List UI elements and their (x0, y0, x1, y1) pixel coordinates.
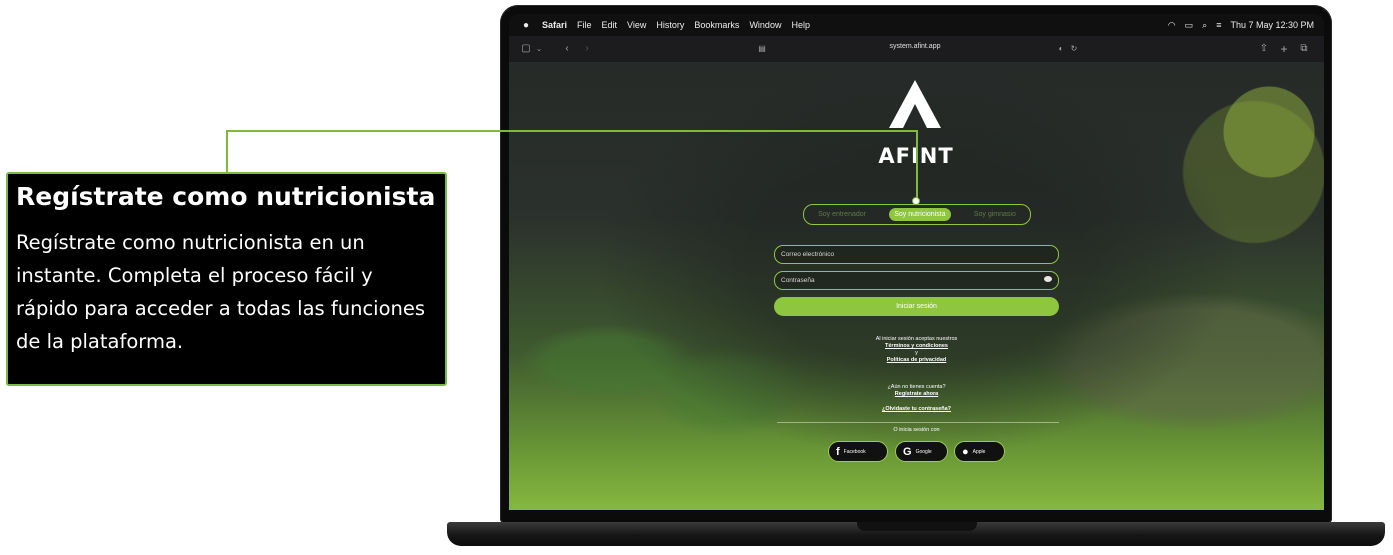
facebook-icon: f (836, 445, 840, 458)
feature-callout: Regístrate como nutricionista Regístrate… (6, 172, 447, 386)
search-icon[interactable]: ⌕ (1202, 20, 1207, 31)
menu-help[interactable]: Help (791, 20, 810, 30)
terms-link[interactable]: Términos y condiciones (799, 343, 1034, 349)
menu-view[interactable]: View (627, 20, 646, 30)
menu-edit[interactable]: Edit (602, 20, 618, 30)
google-icon: G (903, 445, 912, 458)
apple-icon[interactable]: ● (520, 20, 532, 31)
control-center-icon[interactable]: ≡ (1216, 20, 1221, 30)
reader-icon[interactable]: ◐ (1055, 42, 1067, 55)
apple-logo-icon: ● (962, 445, 969, 458)
role-selector: Soy entrenador Soy nutricionista Soy gim… (803, 204, 1031, 225)
reload-icon[interactable]: ↻ (1069, 42, 1079, 55)
privacy-link[interactable]: Políticas de privacidad (799, 357, 1034, 363)
connector-line-drop (916, 130, 918, 200)
tab-overview-icon[interactable]: ⧉ (1298, 42, 1310, 55)
wifi-icon[interactable]: ◠ (1168, 20, 1176, 31)
laptop-screen: ● Safari File Edit View History Bookmark… (509, 14, 1324, 510)
divider (777, 422, 1059, 423)
macos-menubar: ● Safari File Edit View History Bookmark… (509, 14, 1324, 36)
laptop-notch (857, 522, 977, 531)
new-tab-icon[interactable]: + (1278, 42, 1290, 56)
menubar-clock[interactable]: Thu 7 May 12:30 PM (1230, 20, 1314, 30)
google-login-button[interactable]: G Google (895, 441, 948, 462)
menu-bookmarks[interactable]: Bookmarks (694, 20, 739, 30)
sidebar-toggle-icon[interactable]: ▢ (519, 42, 533, 55)
forgot-password-link[interactable]: ¿Olvidaste tu contraseña? (799, 406, 1034, 412)
afint-logo-icon (889, 80, 941, 128)
address-bar[interactable]: ▤ system.afint.app ◐ ↻ (747, 41, 1083, 57)
no-account-text: ¿Aún no tienes cuenta? (887, 384, 946, 390)
role-trainer-tab[interactable]: Soy entrenador (813, 208, 871, 221)
forward-icon[interactable]: › (581, 42, 593, 55)
connector-line-vertical (226, 130, 228, 173)
facebook-login-button[interactable]: f Facebook (828, 441, 888, 462)
terms-and: y (915, 350, 918, 356)
callout-title: Regístrate como nutricionista (16, 182, 436, 211)
chevron-down-icon[interactable]: ⌄ (534, 42, 544, 55)
share-icon[interactable]: ⇧ (1258, 42, 1270, 55)
safari-toolbar: ▢ ⌄ ‹ › ▤ system.afint.app ◐ ↻ ⇧ + ⧉ (509, 36, 1324, 62)
callout-body: Regístrate como nutricionista en un inst… (16, 231, 426, 353)
google-label: Google (915, 448, 932, 455)
connector-dot (912, 197, 920, 205)
connector-line-horizontal (226, 130, 918, 132)
password-field[interactable]: Contraseña (774, 271, 1059, 290)
register-link[interactable]: Regístrate ahora (799, 391, 1034, 397)
menu-app-name[interactable]: Safari (542, 20, 567, 30)
terms-intro: Al iniciar sesión aceptas nuestros (875, 336, 958, 342)
role-gym-tab[interactable]: Soy gimnasio (969, 208, 1021, 221)
login-button[interactable]: Iniciar sesión (774, 297, 1059, 316)
email-placeholder: Correo electrónico (781, 251, 835, 258)
facebook-label: Facebook (843, 448, 866, 455)
battery-icon[interactable]: ▭ (1185, 20, 1194, 31)
role-nutritionist-tab[interactable]: Soy nutricionista (889, 208, 951, 221)
apple-label: Apple (972, 448, 986, 455)
menu-file[interactable]: File (577, 20, 592, 30)
password-placeholder: Contraseña (781, 277, 815, 284)
show-password-icon[interactable] (1044, 276, 1052, 282)
menu-window[interactable]: Window (749, 20, 781, 30)
back-icon[interactable]: ‹ (561, 42, 573, 55)
menu-history[interactable]: History (656, 20, 684, 30)
social-intro: O inicia sesión con (893, 427, 940, 433)
apple-login-button[interactable]: ● Apple (954, 441, 1005, 462)
email-field[interactable]: Correo electrónico (774, 245, 1059, 264)
url-text: system.afint.app (889, 43, 941, 50)
